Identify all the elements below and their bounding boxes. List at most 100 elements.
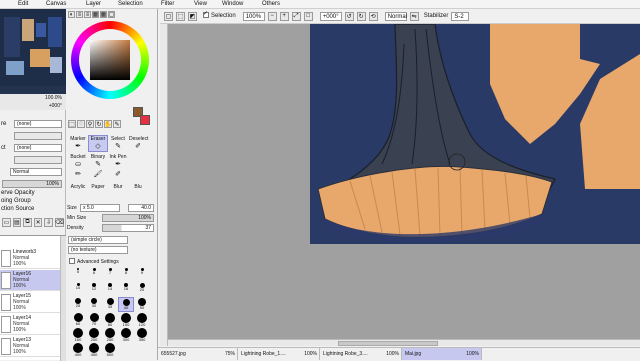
brush-size-preset[interactable]: 40 bbox=[118, 297, 134, 312]
deselect-icon[interactable]: ⬚ bbox=[176, 11, 185, 21]
zoom-in-icon[interactable]: + bbox=[279, 11, 289, 21]
advanced-settings-row[interactable]: Advanced Settings bbox=[66, 257, 158, 267]
hsv-slider-icon[interactable]: ≡ bbox=[84, 11, 91, 18]
rotate-tool-icon[interactable]: ↻ bbox=[95, 120, 103, 128]
tool-deselect[interactable]: Deselect ✐ bbox=[128, 135, 148, 152]
rotate-left-icon[interactable]: ↺ bbox=[344, 11, 354, 21]
flip-icon[interactable]: ⇋ bbox=[409, 11, 419, 21]
menu-window[interactable]: Window bbox=[218, 0, 247, 9]
stabilizer-select[interactable]: S-2 bbox=[451, 11, 470, 21]
rgb-slider-icon[interactable]: ≡ bbox=[76, 11, 83, 18]
brush-size-preset[interactable]: 400 bbox=[70, 342, 86, 357]
brush-size-preset[interactable]: 12 bbox=[86, 282, 102, 297]
hand-tool-icon[interactable]: ✋ bbox=[104, 120, 112, 128]
brush-size-preset[interactable]: 20 bbox=[134, 282, 150, 297]
layer-item-selected[interactable]: Layer16 Normal 100% bbox=[0, 270, 62, 291]
select-all-icon[interactable]: ▢ bbox=[164, 11, 173, 21]
tool-paper[interactable]: Paper bbox=[88, 183, 108, 200]
brush-size-preset[interactable]: 30 bbox=[86, 297, 102, 312]
document-tab[interactable]: Lightning Robe_1.... 100% bbox=[238, 348, 320, 360]
invert-selection-icon[interactable]: ◩ bbox=[188, 11, 197, 21]
brush-size-preset[interactable]: 7 bbox=[102, 267, 118, 282]
selection-toggle[interactable]: Selection bbox=[203, 10, 236, 21]
tool-acrylic[interactable]: Acrylic bbox=[68, 183, 88, 200]
rotate-reset-icon[interactable]: ⟲ bbox=[368, 11, 378, 21]
zoom-tool-icon[interactable]: ⚲ bbox=[86, 120, 94, 128]
size-multiplier[interactable]: x 5.0 bbox=[80, 204, 120, 212]
delete-layer-icon[interactable]: ✕ bbox=[33, 218, 43, 227]
document-tab[interactable]: 655527.jpg 75% bbox=[158, 348, 238, 360]
effect-select[interactable]: (none) bbox=[14, 144, 62, 152]
tool-blur-2[interactable]: Blu bbox=[128, 183, 148, 200]
view-mode-select[interactable]: Normal bbox=[384, 11, 407, 21]
brush-size-preset[interactable]: 5 bbox=[70, 267, 86, 282]
tool-blur[interactable]: Blur bbox=[108, 183, 128, 200]
brush-size-preset[interactable]: 120 bbox=[134, 312, 150, 327]
scrollbar-thumb[interactable] bbox=[338, 341, 438, 346]
brush-size-preset[interactable]: 500 bbox=[102, 342, 118, 357]
scratchpad-icon[interactable]: ▢ bbox=[108, 11, 115, 18]
brush-texture-select[interactable]: (no texture) bbox=[68, 246, 128, 254]
zoom-out-icon[interactable]: − bbox=[267, 11, 277, 21]
menu-selection[interactable]: Selection bbox=[114, 0, 147, 9]
canvas-horizontal-scrollbar[interactable] bbox=[168, 339, 640, 346]
texture-select[interactable]: (none) bbox=[14, 120, 62, 128]
brush-size-preset[interactable]: 350 bbox=[134, 327, 150, 342]
brush-size-preset[interactable]: 10 bbox=[70, 282, 86, 297]
brush-size-preset[interactable]: 25 bbox=[70, 297, 86, 312]
effect-amount-slider[interactable] bbox=[14, 156, 62, 164]
tool-eraser[interactable]: Eraser ◇ bbox=[88, 135, 108, 152]
blend-mode-select[interactable]: Normal bbox=[10, 168, 62, 176]
min-size-slider[interactable]: 100% bbox=[102, 214, 154, 222]
layer-item[interactable]: Layer14 Normal 100% bbox=[0, 314, 62, 335]
zoom-fit-icon[interactable]: ⤢ bbox=[291, 11, 301, 21]
size-value[interactable]: 40.0 bbox=[128, 204, 154, 212]
navigator-zoom[interactable]: 100.0% bbox=[45, 94, 62, 102]
document-tab-active[interactable]: Mai.jpg 100% bbox=[402, 348, 482, 360]
zoom-reset-icon[interactable]: □ bbox=[303, 11, 313, 21]
menu-filter[interactable]: Filter bbox=[157, 0, 178, 9]
document-tab[interactable]: Lightning Robe_3.... 100% bbox=[320, 348, 402, 360]
new-folder-icon[interactable]: ▤ bbox=[12, 218, 22, 227]
menu-canvas[interactable]: Canvas bbox=[42, 0, 70, 9]
brush-size-preset[interactable]: 80 bbox=[102, 312, 118, 327]
menu-edit[interactable]: Edit bbox=[14, 0, 32, 9]
brush-size-preset[interactable]: 300 bbox=[118, 327, 134, 342]
menu-others[interactable]: Others bbox=[258, 0, 284, 9]
brush-size-preset[interactable]: 70 bbox=[86, 312, 102, 327]
navigator-angle[interactable]: +000° bbox=[49, 102, 62, 110]
brush-size-preset[interactable]: 16 bbox=[118, 282, 134, 297]
density-slider[interactable]: 37 bbox=[102, 224, 154, 232]
brush-size-preset[interactable]: 6 bbox=[86, 267, 102, 282]
brush-size-preset[interactable]: 60 bbox=[70, 312, 86, 327]
lasso-icon[interactable]: ◌ bbox=[77, 120, 85, 128]
brush-size-preset[interactable]: 9 bbox=[134, 267, 150, 282]
brush-size-preset[interactable]: 200 bbox=[86, 327, 102, 342]
copy-layer-icon[interactable]: ⧉ bbox=[23, 218, 32, 227]
rotate-right-icon[interactable]: ↻ bbox=[356, 11, 366, 21]
swatches-icon[interactable]: ▦ bbox=[100, 11, 107, 18]
new-layer-icon[interactable]: ▭ bbox=[2, 218, 11, 227]
brush-size-preset[interactable]: 450 bbox=[86, 342, 102, 357]
brush-size-preset[interactable]: 14 bbox=[102, 282, 118, 297]
merge-layer-icon[interactable]: ⇩ bbox=[44, 218, 53, 227]
brush-size-preset[interactable]: 8 bbox=[118, 267, 134, 282]
clear-layer-icon[interactable]: ⌫ bbox=[54, 218, 64, 227]
layer-item[interactable]: Lineworb3 Normal 100% bbox=[0, 248, 62, 269]
effect-slider[interactable] bbox=[14, 132, 62, 140]
color-wheel-icon[interactable]: ◐ bbox=[68, 11, 75, 18]
selection-source-check[interactable]: ction Source bbox=[0, 204, 66, 214]
tool-bucket[interactable]: Bucket ⛀ bbox=[68, 153, 88, 170]
navigator-preview[interactable] bbox=[0, 9, 66, 94]
mixer-icon[interactable]: ▦ bbox=[92, 11, 99, 18]
brush-size-preset[interactable]: 35 bbox=[102, 297, 118, 312]
opacity-slider[interactable]: 100% bbox=[2, 180, 62, 188]
tool-ink-pen[interactable]: Ink Pen ✒ bbox=[108, 153, 128, 170]
eyedropper-icon[interactable]: ✎ bbox=[113, 120, 121, 128]
menu-view[interactable]: View bbox=[190, 0, 211, 9]
canvas-workspace[interactable] bbox=[160, 23, 640, 346]
brush-size-preset[interactable]: 100 bbox=[118, 312, 134, 327]
layer-item[interactable]: Layer15 Normal 100% bbox=[0, 292, 62, 313]
canvas-vertical-scrollbar[interactable] bbox=[160, 24, 168, 346]
rotate-field[interactable]: +000° bbox=[319, 11, 342, 21]
